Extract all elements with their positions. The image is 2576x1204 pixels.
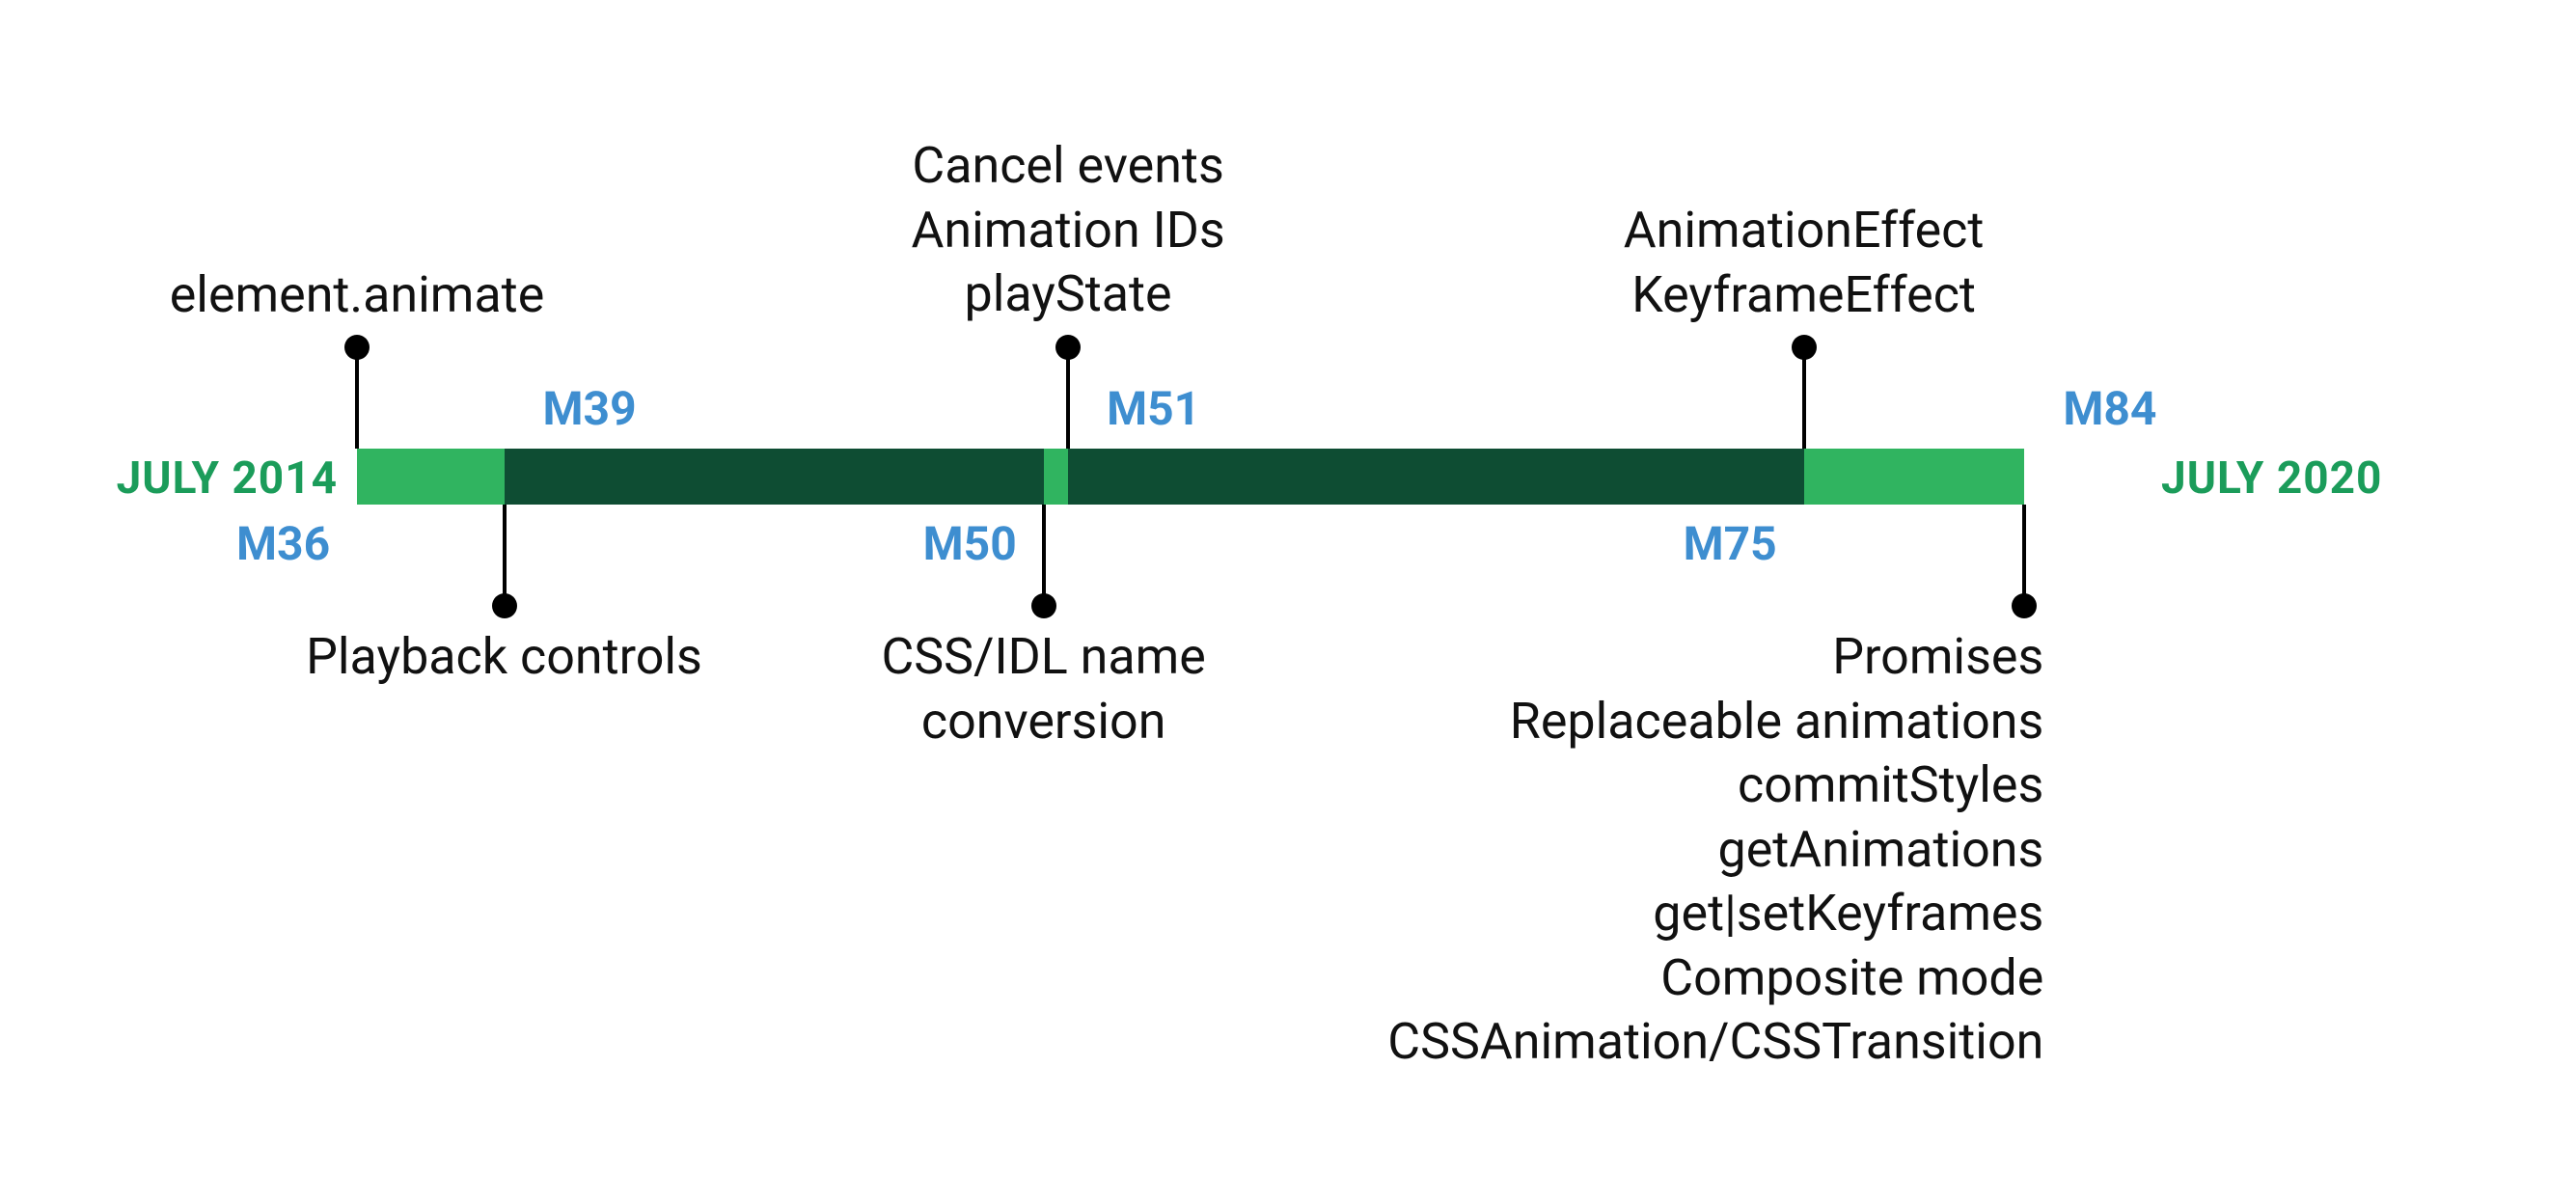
bar-segment bbox=[1068, 449, 1804, 505]
start-date-label: JULY 2014 bbox=[117, 452, 338, 505]
milestone-annotation: Cancel events Animation IDs playState bbox=[682, 134, 1454, 327]
bar-segment bbox=[357, 449, 505, 505]
bar-segment bbox=[1044, 449, 1068, 505]
milestone-dot bbox=[344, 335, 370, 360]
timeline-diagram: JULY 2014 JULY 2020 M36 element.animate … bbox=[0, 0, 2576, 1204]
version-label: M50 bbox=[923, 516, 1017, 571]
end-date-label: JULY 2020 bbox=[2161, 452, 2382, 505]
annotation-line: Playback controls bbox=[306, 627, 702, 686]
annotation-line: conversion bbox=[921, 692, 1166, 751]
annotation-line: getAnimations bbox=[1718, 820, 2044, 879]
connector bbox=[1042, 505, 1046, 606]
annotation-line: KeyframeEffect bbox=[1631, 265, 1976, 324]
annotation-line: playState bbox=[965, 264, 1172, 323]
annotation-line: CSS/IDL name bbox=[881, 627, 1205, 686]
milestone-dot bbox=[1031, 593, 1056, 618]
annotation-line: AnimationEffect bbox=[1624, 201, 1985, 260]
annotation-line: commitStyles bbox=[1738, 755, 2043, 814]
connector bbox=[1802, 347, 1806, 449]
annotation-line: get|setKeyframes bbox=[1653, 884, 2043, 943]
milestone-annotation: Promises Replaceable animations commitSt… bbox=[1272, 625, 2043, 1075]
milestone-annotation: element.animate bbox=[0, 263, 743, 328]
connector bbox=[2022, 505, 2026, 606]
milestone-dot bbox=[492, 593, 517, 618]
milestone-dot bbox=[1792, 335, 1817, 360]
version-label: M39 bbox=[543, 381, 637, 436]
version-label: M36 bbox=[236, 516, 330, 571]
bar-segment bbox=[505, 449, 1044, 505]
bar-segment bbox=[1804, 449, 2025, 505]
milestone-dot bbox=[1055, 335, 1081, 360]
milestone-annotation: AnimationEffect KeyframeEffect bbox=[1418, 199, 2190, 327]
annotation-line: Animation IDs bbox=[911, 201, 1224, 260]
connector bbox=[503, 505, 507, 606]
annotation-line: Composite mode bbox=[1660, 948, 2043, 1007]
connector bbox=[355, 347, 359, 449]
version-label: M84 bbox=[2063, 381, 2156, 436]
annotation-line: Cancel events bbox=[912, 136, 1223, 195]
annotation-line: element.animate bbox=[170, 265, 545, 324]
annotation-line: CSSAnimation/CSSTransition bbox=[1387, 1012, 2043, 1071]
connector bbox=[1066, 347, 1070, 449]
annotation-line: Replaceable animations bbox=[1510, 692, 2044, 751]
milestone-dot bbox=[2012, 593, 2037, 618]
version-label: M51 bbox=[1107, 381, 1200, 436]
version-label: M75 bbox=[1684, 516, 1777, 571]
annotation-line: Promises bbox=[1832, 627, 2043, 686]
